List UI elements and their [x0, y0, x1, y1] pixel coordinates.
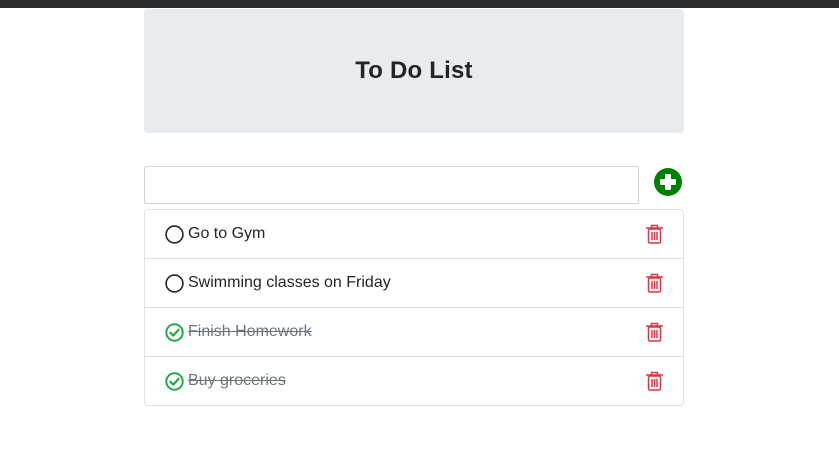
new-todo-row	[144, 166, 684, 204]
trash-icon[interactable]	[645, 273, 664, 293]
check-circle-icon[interactable]	[165, 323, 184, 342]
todo-text[interactable]: Buy groceries	[188, 371, 286, 391]
todo-item: Finish Homework	[145, 308, 683, 357]
circle-outline-icon[interactable]	[165, 225, 184, 244]
window-top-bar	[0, 0, 839, 8]
todo-list: Go to Gym Swimming classes on Friday Fin…	[144, 209, 684, 406]
check-circle-icon[interactable]	[165, 372, 184, 391]
todo-text[interactable]: Go to Gym	[188, 224, 265, 244]
todo-item: Swimming classes on Friday	[145, 259, 683, 308]
plus-circle-icon[interactable]	[654, 168, 682, 196]
page-title: To Do List	[355, 57, 473, 84]
page-header: To Do List	[144, 9, 684, 133]
trash-icon[interactable]	[645, 371, 664, 391]
todo-item: Go to Gym	[145, 210, 683, 259]
todo-item: Buy groceries	[145, 357, 683, 405]
new-todo-input[interactable]	[144, 166, 639, 204]
trash-icon[interactable]	[645, 322, 664, 342]
trash-icon[interactable]	[645, 224, 664, 244]
todo-text[interactable]: Swimming classes on Friday	[188, 273, 391, 293]
circle-outline-icon[interactable]	[165, 274, 184, 293]
todo-text[interactable]: Finish Homework	[188, 322, 312, 342]
